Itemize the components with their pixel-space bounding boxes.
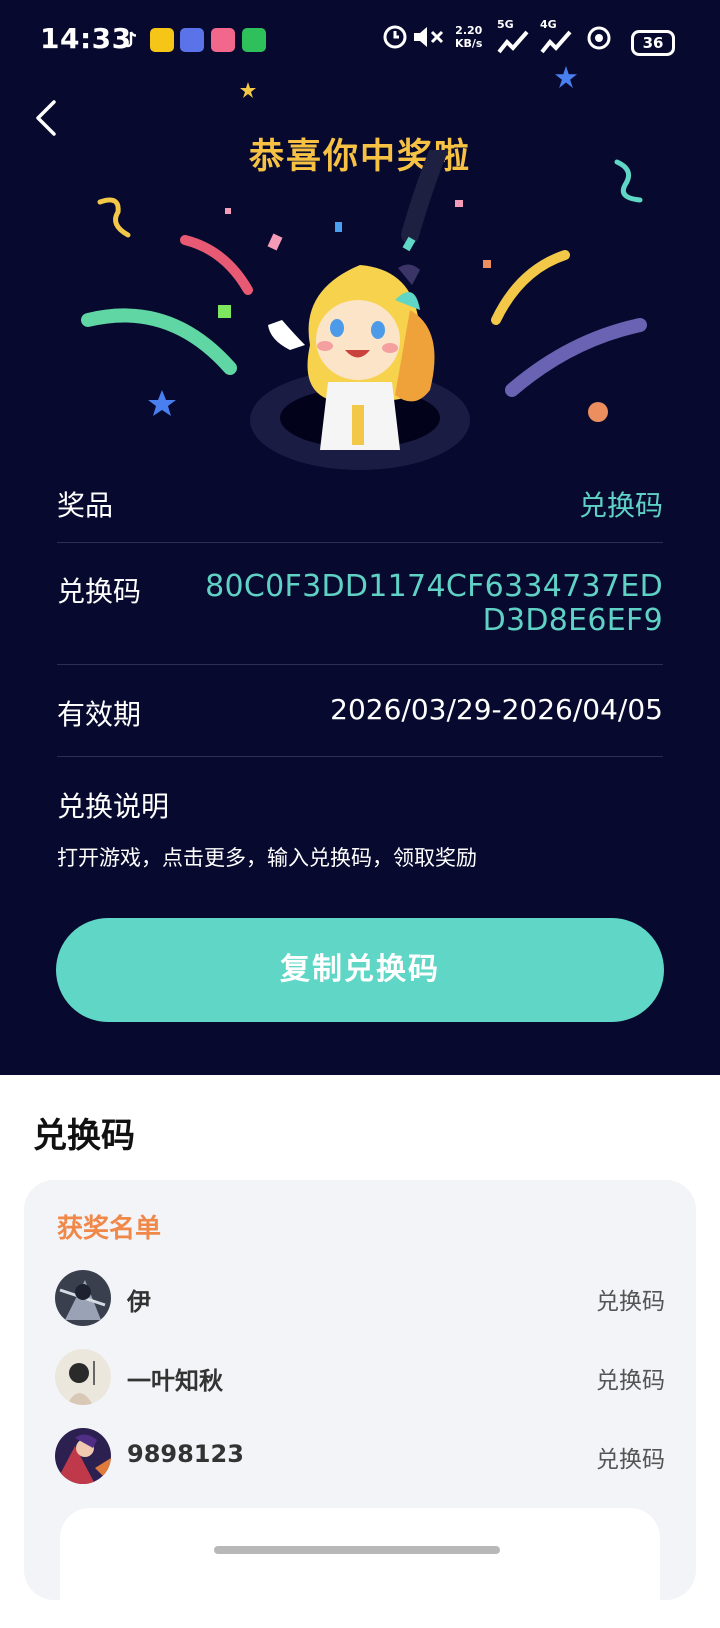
winner-row[interactable]: 9898123 兑换码 <box>55 1428 665 1484</box>
next-card <box>60 1508 660 1628</box>
code-label: 兑换码 <box>57 575 142 608</box>
app-icon-lala <box>211 28 235 52</box>
winner-prize: 兑换码 <box>596 1368 665 1394</box>
avatar <box>55 1428 111 1484</box>
validity-value: 2026/03/29-2026/04/05 <box>330 693 663 726</box>
alarm-icon <box>382 24 408 57</box>
mute-icon <box>412 24 446 57</box>
redeem-instructions-title: 兑换说明 <box>57 790 170 823</box>
winner-name: 伊 <box>127 1288 151 1316</box>
divider <box>57 664 663 665</box>
prize-value: 兑换码 <box>578 489 663 522</box>
copy-code-button[interactable]: 复制兑换码 <box>56 918 664 1022</box>
wifi-icon <box>585 24 613 57</box>
tiktok-icon <box>118 28 142 52</box>
winner-name: 9898123 <box>127 1440 244 1468</box>
avatar <box>55 1349 111 1405</box>
winner-name: 一叶知秋 <box>127 1367 223 1395</box>
home-indicator[interactable] <box>214 1546 500 1554</box>
star-decor-icon <box>240 82 256 98</box>
avatar <box>55 1270 111 1326</box>
battery-indicator: 36 <box>631 30 675 56</box>
redeem-instructions-text: 打开游戏，点击更多，输入兑换码，领取奖励 <box>57 846 477 870</box>
redeem-code-value[interactable]: 80C0F3DD1174CF6334737EDD3D8E6EF9 <box>193 570 663 638</box>
validity-label: 有效期 <box>57 698 142 731</box>
winners-card: 获奖名单 伊 兑换码 一叶知秋 兑换码 9898123 兑换码 <box>24 1180 696 1628</box>
section-title: 兑换码 <box>33 1116 135 1156</box>
divider <box>57 542 663 543</box>
wechat-icon <box>242 28 266 52</box>
status-bar: 14:33 2.20 KB/s 5G 4G 36 <box>0 0 720 80</box>
winner-row[interactable]: 一叶知秋 兑换码 <box>55 1349 665 1405</box>
star-decor-icon <box>555 66 577 88</box>
winner-row[interactable]: 伊 兑换码 <box>55 1270 665 1326</box>
winner-prize: 兑换码 <box>596 1289 665 1315</box>
winners-title: 获奖名单 <box>57 1214 162 1244</box>
app-icon-sticker <box>180 28 204 52</box>
prize-panel: 14:33 2.20 KB/s 5G 4G 36 恭喜你中奖啦 奖品 兑换码 兑… <box>0 0 720 1075</box>
celebration-illustration <box>81 150 647 470</box>
app-icon-yellow <box>150 28 174 52</box>
prize-label: 奖品 <box>57 489 114 522</box>
divider <box>57 756 663 757</box>
network-speed: 2.20 KB/s <box>455 24 483 50</box>
winner-prize: 兑换码 <box>596 1447 665 1473</box>
